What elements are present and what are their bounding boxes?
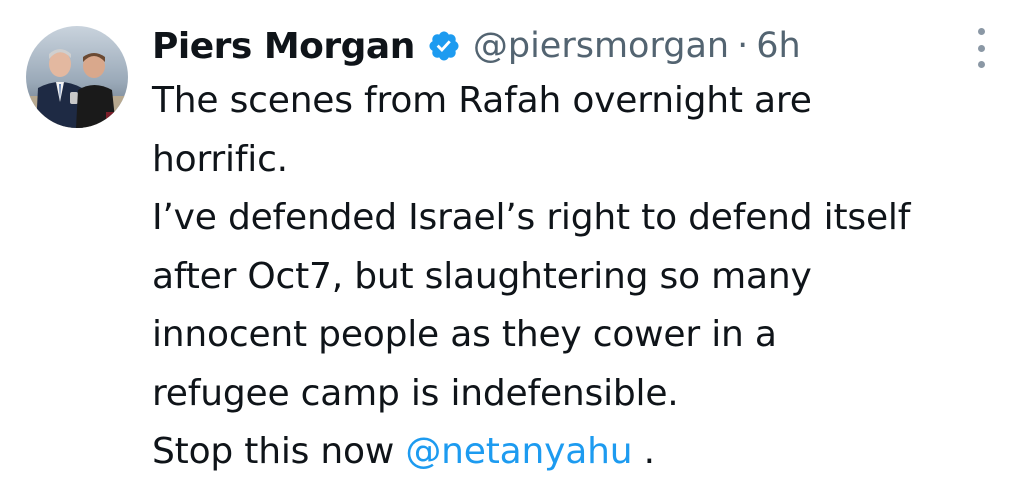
tweet-text-line: I’ve defended Israel’s right to defend i… xyxy=(152,197,911,238)
tweet-text-line: refugee camp is indefensible. xyxy=(152,372,679,414)
author-handle[interactable]: @piersmorgan xyxy=(473,26,729,66)
tweet-text-line: after Oct7, but slaughtering so many xyxy=(152,255,812,297)
avatar[interactable] xyxy=(26,26,128,128)
tweet-text-line: innocent people as they cower in a xyxy=(152,314,777,355)
separator-dot: · xyxy=(737,26,749,66)
tweet-text-last-line: Stop this now @netanyahu . xyxy=(152,423,1022,482)
tweet-text-line: The scenes from Rafah overnight are xyxy=(152,80,812,121)
more-options-icon[interactable] xyxy=(968,28,994,68)
verified-badge-icon xyxy=(427,29,461,63)
author-name[interactable]: Piers Morgan xyxy=(152,26,415,67)
timestamp[interactable]: 6h xyxy=(756,26,800,66)
tweet-text: The scenes from Rafah overnight are horr… xyxy=(152,72,1022,482)
mention-link[interactable]: @netanyahu xyxy=(405,431,632,472)
tweet-card[interactable]: Piers Morgan @piersmorgan · 6h The scene… xyxy=(0,0,1035,496)
last-line-prefix: Stop this now xyxy=(152,431,406,472)
tweet-header: Piers Morgan @piersmorgan · 6h xyxy=(152,18,801,74)
tweet-text-line: horrific. xyxy=(152,138,288,180)
last-line-suffix: . xyxy=(632,431,655,472)
